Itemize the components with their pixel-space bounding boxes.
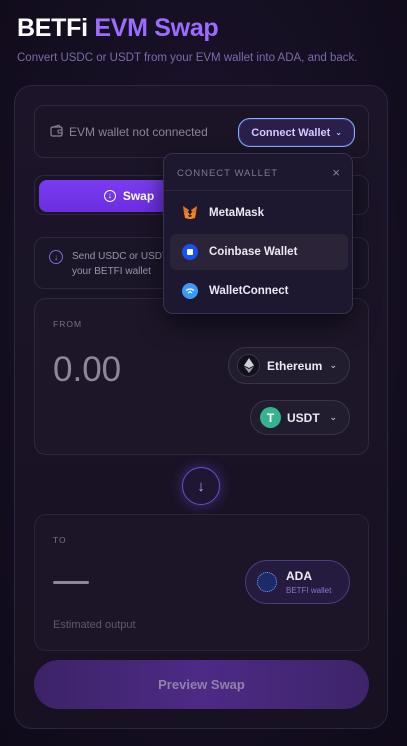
page-title: BETFi EVM Swap [17, 14, 219, 43]
metamask-icon [183, 206, 197, 219]
token-selector[interactable]: T USDT ⌄ [250, 400, 350, 435]
brand-name: BETFi [17, 14, 88, 42]
to-label: TO [53, 535, 67, 545]
destination-token-sub: BETFI wallet [286, 586, 332, 595]
wallet-option-walletconnect[interactable]: WalletConnect [170, 273, 348, 309]
cardano-icon [257, 572, 277, 592]
dropdown-heading: CONNECT WALLET [177, 168, 279, 179]
swap-mode-label: Swap [122, 189, 155, 203]
arrow-down-icon: ↓ [49, 250, 63, 264]
ethereum-icon [237, 354, 260, 377]
destination-token-label: ADA [286, 569, 312, 583]
destination-token: ADA BETFI wallet [245, 560, 350, 604]
chain-selector[interactable]: Ethereum ⌄ [228, 347, 350, 384]
wallet-option-label: Coinbase Wallet [209, 246, 298, 258]
usdt-icon: T [260, 407, 281, 428]
connect-wallet-dropdown: CONNECT WALLET × MetaMask Coinbase Walle… [163, 153, 353, 314]
close-icon[interactable]: × [332, 165, 340, 180]
wallet-status-text: EVM wallet not connected [69, 125, 208, 139]
output-placeholder [53, 581, 89, 584]
swap-direction-button[interactable]: ↓ [182, 467, 220, 505]
page-subtitle: Convert USDC or USDT from your EVM walle… [17, 52, 358, 64]
chevron-down-icon: ⌄ [329, 412, 337, 422]
chevron-down-icon: ⌄ [329, 360, 337, 370]
wallet-status-row: EVM wallet not connected Connect Wallet … [34, 105, 369, 158]
arrow-down-icon: ↓ [197, 477, 205, 495]
coinbase-icon [182, 244, 198, 260]
chevron-down-icon: ⌄ [335, 128, 342, 137]
to-panel: TO Estimated output ADA BETFI wallet [34, 514, 369, 651]
wallet-option-label: WalletConnect [209, 285, 289, 297]
page-title-accent: EVM Swap [94, 14, 219, 42]
amount-input[interactable]: 0.00 [53, 350, 121, 390]
arrow-down-circle-icon: ↓ [103, 190, 116, 202]
wallet-option-label: MetaMask [209, 207, 264, 219]
preview-swap-button[interactable]: Preview Swap [34, 660, 369, 709]
connect-wallet-label: Connect Wallet [251, 126, 331, 139]
token-label: USDT [287, 410, 320, 425]
wallet-option-coinbase[interactable]: Coinbase Wallet [170, 234, 348, 270]
walletconnect-icon [182, 283, 198, 299]
connect-wallet-button[interactable]: Connect Wallet ⌄ [238, 118, 355, 147]
estimated-output-label: Estimated output [53, 619, 136, 631]
divider [164, 190, 352, 191]
wallet-option-metamask[interactable]: MetaMask [170, 195, 348, 231]
from-label: FROM [53, 319, 83, 329]
from-panel: FROM 0.00 Ethereum ⌄ T USDT ⌄ [34, 298, 369, 455]
wallet-icon [50, 124, 63, 137]
chain-label: Ethereum [267, 358, 323, 373]
